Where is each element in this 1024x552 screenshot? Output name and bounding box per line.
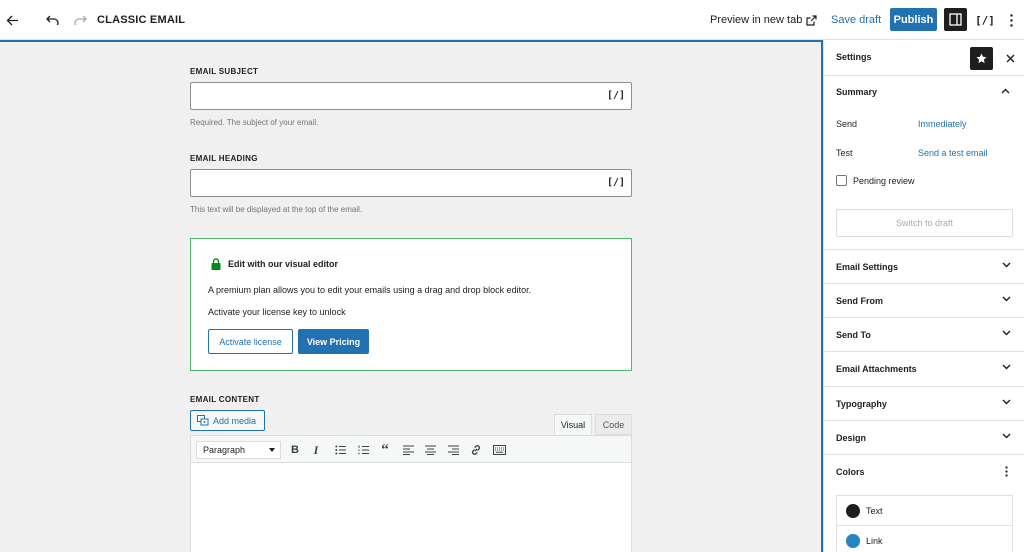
bullet-list-icon[interactable]	[332, 442, 348, 458]
settings-panel-toggle[interactable]	[944, 8, 967, 31]
settings-sidebar: Settings Summary Send Immediately Test S…	[823, 40, 1024, 552]
send-test-email-link[interactable]: Send a test email	[918, 148, 988, 158]
panel-email-attachments[interactable]: Email Attachments	[824, 351, 1024, 385]
chevron-down-icon	[1002, 330, 1011, 336]
media-icon	[197, 415, 209, 426]
color-swatch	[846, 504, 860, 518]
color-label: Link	[866, 536, 883, 546]
subject-help: Required. The subject of your email.	[190, 118, 319, 127]
panel-title: Typography	[836, 399, 887, 409]
panel-email-settings[interactable]: Email Settings	[824, 249, 1024, 283]
lock-icon	[211, 258, 221, 270]
chevron-down-icon	[1002, 399, 1011, 405]
panel-title: Colors	[836, 467, 865, 477]
toolbar-toggle-icon[interactable]	[491, 442, 507, 458]
send-schedule-link[interactable]: Immediately	[918, 119, 967, 129]
chevron-down-icon	[269, 448, 275, 452]
panel-colors: Colors	[824, 454, 1024, 488]
chevron-up-icon[interactable]	[1001, 88, 1010, 94]
external-link-icon	[806, 14, 817, 26]
align-center-icon[interactable]	[422, 442, 438, 458]
chevron-down-icon	[1002, 296, 1011, 302]
content-editor-area[interactable]	[190, 463, 632, 552]
premium-unlock-text: Activate your license key to unlock	[208, 307, 346, 317]
summary-title: Summary	[836, 87, 878, 97]
document-title: CLASSIC EMAIL	[97, 14, 186, 26]
shortcode-button[interactable]: [/]	[975, 0, 995, 40]
content-editor-toolbar: Paragraph B I “	[190, 435, 632, 463]
switch-to-draft-button[interactable]: Switch to draft	[836, 209, 1013, 237]
add-media-label: Add media	[213, 415, 257, 426]
numbered-list-icon[interactable]	[355, 442, 371, 458]
star-icon	[976, 53, 987, 64]
heading-label: EMAIL HEADING	[190, 154, 258, 163]
panel-title: Email Settings	[836, 262, 899, 272]
editor-canvas: EMAIL SUBJECT [/] Required. The subject …	[0, 40, 823, 552]
panel-send-from[interactable]: Send From	[824, 283, 1024, 317]
chevron-down-icon	[1002, 262, 1011, 268]
save-draft-button[interactable]: Save draft	[831, 0, 881, 40]
preview-new-tab-link[interactable]: Preview in new tab	[710, 0, 817, 40]
premium-description: A premium plan allows you to edit your e…	[208, 285, 532, 295]
pending-review-checkbox[interactable]	[836, 175, 847, 186]
premium-title: Edit with our visual editor	[228, 259, 339, 269]
panel-title: Email Attachments	[836, 364, 917, 374]
blockquote-button[interactable]: “	[377, 442, 393, 458]
color-item-text[interactable]: Text	[837, 496, 1012, 525]
subject-shortcode-button[interactable]: [/]	[607, 90, 625, 101]
preview-label: Preview in new tab	[710, 14, 803, 26]
chevron-down-icon	[1002, 433, 1011, 439]
format-select[interactable]: Paragraph	[196, 441, 281, 459]
heading-shortcode-button[interactable]: [/]	[607, 177, 625, 188]
panel-send-to[interactable]: Send To	[824, 317, 1024, 351]
sidebar-panel-icon	[949, 13, 962, 26]
align-right-icon[interactable]	[445, 442, 461, 458]
settings-title: Settings	[836, 52, 872, 62]
options-menu-icon[interactable]	[1005, 466, 1008, 477]
pin-star-button[interactable]	[970, 47, 993, 70]
italic-button[interactable]: I	[308, 442, 324, 458]
content-label: EMAIL CONTENT	[190, 395, 260, 404]
panel-title: Send To	[836, 330, 871, 340]
subject-label: EMAIL SUBJECT	[190, 67, 259, 76]
panel-title: Design	[836, 433, 867, 443]
chevron-down-icon	[1002, 364, 1011, 370]
align-left-icon[interactable]	[400, 442, 416, 458]
link-icon[interactable]	[468, 442, 484, 458]
add-media-button[interactable]: Add media	[190, 410, 265, 431]
color-label: Text	[866, 506, 883, 516]
format-select-value: Paragraph	[203, 445, 246, 455]
close-icon[interactable]	[1000, 48, 1020, 68]
heading-input[interactable]: [/]	[190, 169, 632, 197]
pending-review-label: Pending review	[853, 176, 915, 186]
panel-typography[interactable]: Typography	[824, 386, 1024, 420]
undo-icon[interactable]	[44, 0, 60, 40]
back-arrow-icon[interactable]	[4, 0, 20, 40]
tab-code[interactable]: Code	[595, 414, 632, 435]
settings-header: Settings	[824, 40, 1024, 76]
top-toolbar: CLASSIC EMAIL Preview in new tab Save dr…	[0, 0, 1024, 40]
panel-design[interactable]: Design	[824, 420, 1024, 454]
color-item-link[interactable]: Link	[837, 525, 1012, 552]
color-settings-list: Text Link	[836, 495, 1013, 552]
activate-license-button[interactable]: Activate license	[208, 329, 293, 354]
send-label: Send	[836, 119, 858, 129]
view-pricing-button[interactable]: View Pricing	[298, 329, 369, 354]
premium-upsell-box: Edit with our visual editor A premium pl…	[190, 238, 632, 371]
subject-input[interactable]: [/]	[190, 82, 632, 110]
heading-help: This text will be displayed at the top o…	[190, 205, 363, 214]
test-label: Test	[836, 148, 853, 158]
redo-icon[interactable]	[72, 0, 88, 40]
panel-title: Send From	[836, 296, 884, 306]
publish-button[interactable]: Publish	[890, 8, 937, 31]
tab-visual[interactable]: Visual	[554, 414, 592, 435]
color-swatch	[846, 534, 860, 548]
options-menu-icon[interactable]	[1004, 0, 1018, 40]
bold-button[interactable]: B	[287, 442, 303, 458]
